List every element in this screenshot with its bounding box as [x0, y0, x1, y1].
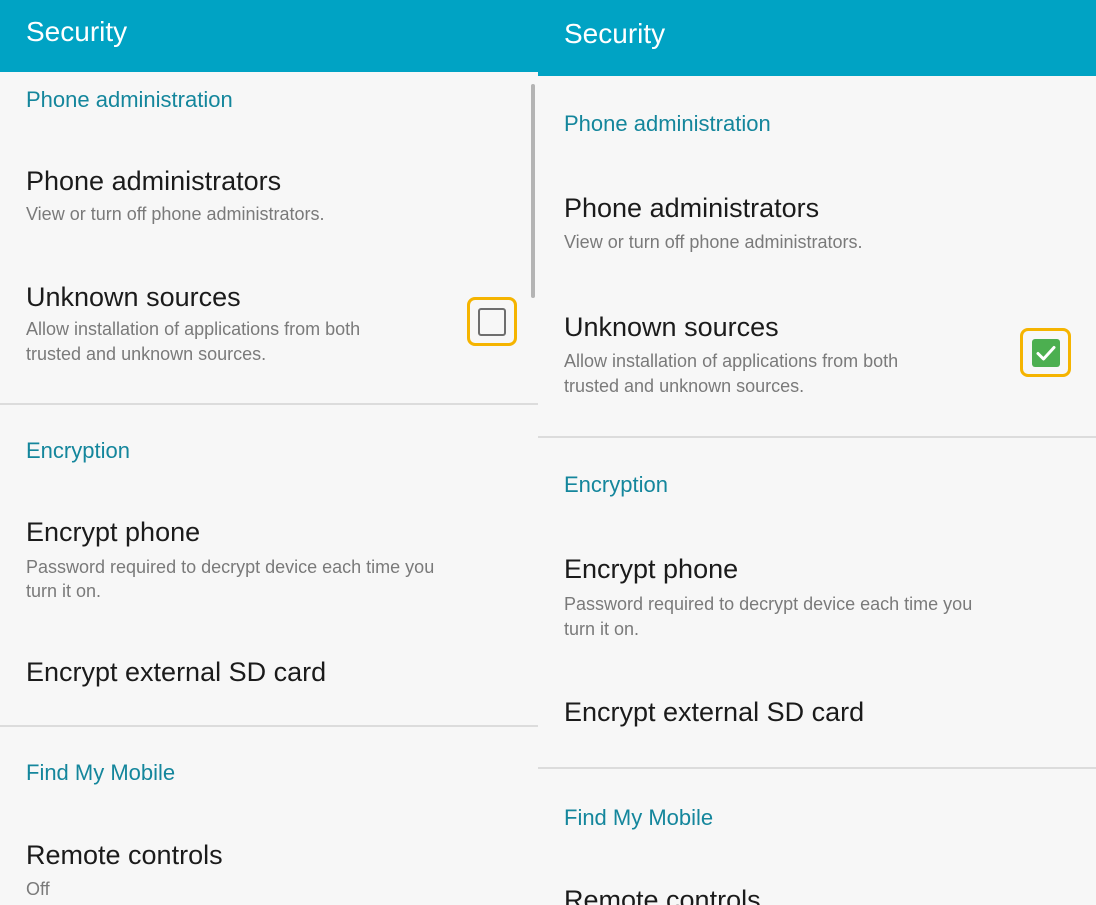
right-phone-administrators-title: Phone administrators: [564, 193, 820, 223]
left-category-find-my-mobile: Find My Mobile: [26, 760, 176, 785]
right-page-title: Security: [564, 18, 666, 49]
left-unknown-sources-summary-line2: trusted and unknown sources.: [26, 344, 267, 364]
left-unknown-sources-checkbox[interactable]: [478, 308, 506, 336]
left-divider-1: [0, 403, 538, 405]
right-category-encryption: Encryption: [564, 472, 668, 497]
right-encrypt-phone-summary-line1: Password required to decrypt device each…: [564, 594, 973, 614]
right-unknown-sources-title: Unknown sources: [564, 312, 779, 342]
right-unknown-sources-summary-line1: Allow installation of applications from …: [564, 351, 899, 371]
left-page-title: Security: [26, 16, 128, 47]
left-category-encryption: Encryption: [26, 438, 130, 463]
right-unknown-sources-checkbox[interactable]: [1032, 339, 1060, 367]
right-settings-screen: Security Phone administration Phone admi…: [538, 0, 1096, 905]
left-remote-controls-title: Remote controls: [26, 840, 223, 870]
right-app-bar: Security: [538, 0, 1096, 76]
left-encrypt-sd-title: Encrypt external SD card: [26, 657, 327, 687]
left-category-phone-administration: Phone administration: [26, 87, 233, 112]
comparison-screenshot: Security Phone administration Phone admi…: [0, 0, 1096, 905]
left-phone-administrators-summary: View or turn off phone administrators.: [26, 204, 325, 224]
left-unknown-sources-title: Unknown sources: [26, 282, 241, 312]
left-encrypt-phone-summary-line2: turn it on.: [26, 581, 102, 601]
left-unknown-sources-summary-line1: Allow installation of applications from …: [26, 319, 361, 339]
right-remote-controls-title: Remote controls: [564, 885, 761, 905]
right-unknown-sources-summary-line2: trusted and unknown sources.: [564, 376, 805, 396]
right-phone-administrators-summary: View or turn off phone administrators.: [564, 232, 863, 252]
left-scrollbar[interactable]: [531, 84, 535, 298]
left-phone-administrators-title: Phone administrators: [26, 166, 282, 196]
right-encrypt-sd-title: Encrypt external SD card: [564, 697, 865, 727]
left-app-bar: Security: [0, 0, 538, 72]
left-encrypt-phone-summary-line1: Password required to decrypt device each…: [26, 557, 435, 577]
right-category-phone-administration: Phone administration: [564, 111, 771, 136]
left-encrypt-phone-title: Encrypt phone: [26, 517, 201, 547]
check-icon: [1036, 346, 1056, 361]
left-divider-2: [0, 725, 538, 727]
right-encrypt-phone-title: Encrypt phone: [564, 554, 739, 584]
right-category-find-my-mobile: Find My Mobile: [564, 805, 714, 830]
right-encrypt-phone-summary-line2: turn it on.: [564, 619, 640, 639]
right-divider-1: [538, 436, 1096, 438]
left-remote-controls-summary: Off: [26, 879, 50, 899]
right-divider-2: [538, 767, 1096, 769]
left-settings-screen: Security Phone administration Phone admi…: [0, 0, 538, 905]
